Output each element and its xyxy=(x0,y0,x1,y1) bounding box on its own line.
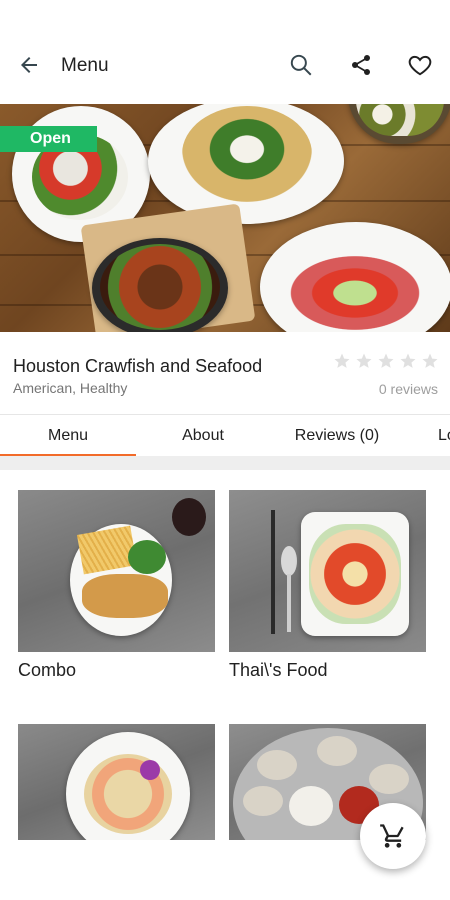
search-icon xyxy=(290,54,312,76)
star-icon xyxy=(378,353,394,368)
restaurant-name: Houston Crawfish and Seafood xyxy=(13,356,263,376)
share-icon xyxy=(352,55,370,75)
arrow-back-icon xyxy=(21,57,37,73)
tab-reviews[interactable]: Reviews (0) xyxy=(270,415,404,457)
page-title: Menu xyxy=(61,55,109,76)
review-count[interactable]: 0 reviews xyxy=(379,381,438,397)
star-icon xyxy=(422,353,438,368)
heart-icon xyxy=(408,55,432,76)
star-icon xyxy=(356,353,372,368)
star-icon xyxy=(334,353,350,368)
app-bar: Menu xyxy=(0,0,450,104)
search-button[interactable] xyxy=(286,50,316,80)
favorite-button[interactable] xyxy=(405,50,435,80)
category-card-thai-food[interactable] xyxy=(229,490,426,652)
open-status-badge: Open xyxy=(0,126,97,152)
tab-about[interactable]: About xyxy=(136,415,270,457)
back-button[interactable] xyxy=(14,50,44,80)
category-label-combo[interactable]: Combo xyxy=(18,660,76,681)
restaurant-cuisine: American, Healthy xyxy=(13,380,128,396)
star-icon xyxy=(400,353,416,368)
share-button[interactable] xyxy=(346,50,376,80)
tab-menu[interactable]: Menu xyxy=(0,415,136,457)
cart-button[interactable] xyxy=(360,803,426,869)
category-card-3[interactable] xyxy=(18,724,215,840)
category-card-combo[interactable] xyxy=(18,490,215,652)
rating-stars xyxy=(333,352,439,370)
section-divider xyxy=(0,456,450,470)
cart-icon xyxy=(380,824,404,848)
restaurant-info: Houston Crawfish and Seafood American, H… xyxy=(0,332,450,412)
tab-location[interactable]: Lo xyxy=(404,415,450,457)
category-label-thai-food[interactable]: Thai\'s Food xyxy=(229,660,327,681)
section-tabs: Menu About Reviews (0) Lo xyxy=(0,414,450,457)
